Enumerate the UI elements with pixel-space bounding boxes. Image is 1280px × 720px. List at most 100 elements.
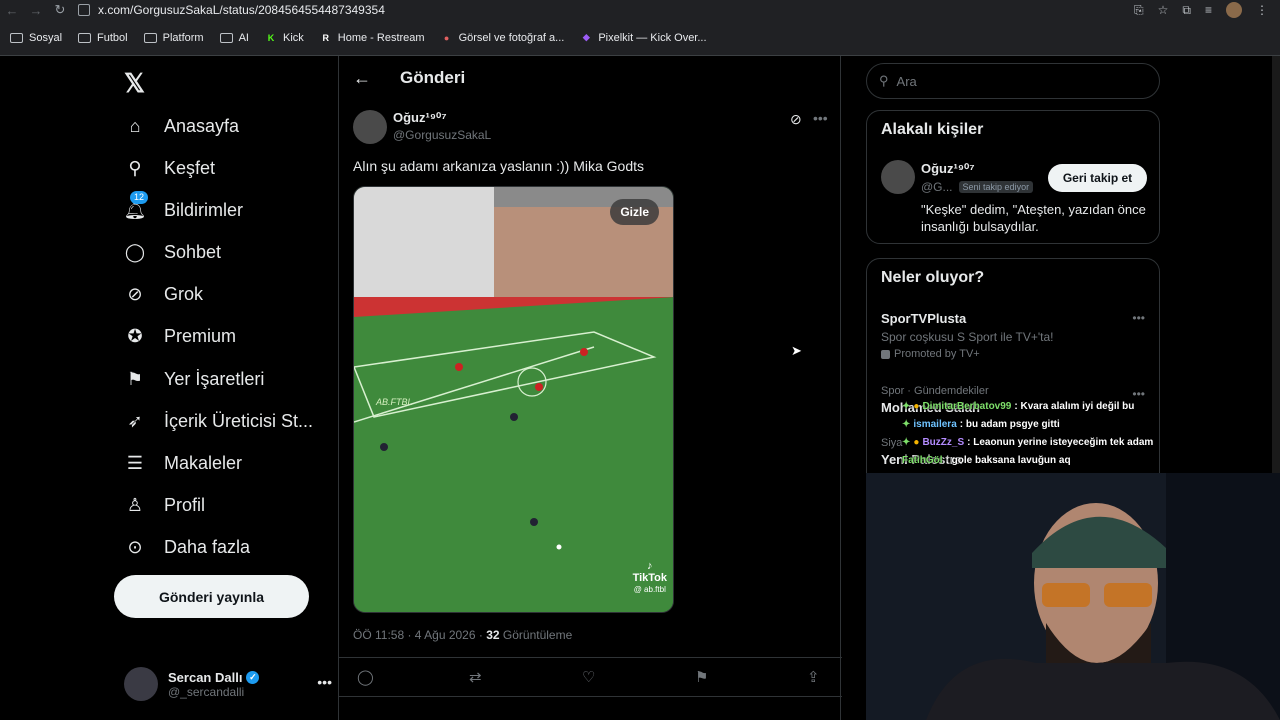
x-logo-icon[interactable]: 𝕏 — [124, 68, 145, 99]
nav-item-label: Anasayfa — [164, 115, 240, 136]
media-icon[interactable]: ≡ — [1205, 3, 1212, 17]
share-icon[interactable]: ⇪ — [807, 668, 820, 686]
chat-text: : gole baksana lavuğun aq — [945, 454, 1071, 466]
bookmark-label: Sosyal — [29, 31, 63, 44]
chat-text: : Kvara alalım iyi değil bu — [1014, 400, 1135, 412]
address-bar[interactable]: x.com/GorgusuzSakaL/status/2084564554487… — [78, 3, 385, 17]
bookmark-item[interactable]: Futbol — [78, 32, 128, 44]
nav-item-4[interactable]: ⊘ Grok — [124, 276, 203, 312]
scrollbar[interactable] — [1272, 56, 1280, 473]
related-title: Alakalı kişiler — [881, 121, 984, 138]
nav-item-1[interactable]: ⚲ Keşfet — [124, 150, 215, 186]
reply-icon[interactable]: ◯ — [357, 668, 374, 686]
extensions-icon[interactable]: ⧉ — [1182, 3, 1191, 18]
bookmark-favicon-icon: ● — [443, 32, 450, 43]
post-timestamp[interactable]: ÖÖ 11:58 · 4 Ağu 2026 · — [353, 628, 486, 642]
search-box[interactable]: ⚲ Ara — [866, 63, 1160, 99]
nav-item-9[interactable]: ♙ Profil — [124, 487, 205, 523]
nav-item-6[interactable]: ⚑ Yer İşaretleri — [124, 361, 264, 397]
nav-item-0[interactable]: ⌂ Anasayfa — [124, 108, 240, 144]
nav-item-5[interactable]: ✪ Premium — [124, 318, 236, 354]
bookmark-icon[interactable]: ⚑ — [695, 668, 708, 686]
nav-item-label: Yer İşaretleri — [164, 368, 265, 389]
related-people-card: Alakalı kişiler Oğuz¹⁹⁰⁷ @G... Seni taki… — [866, 110, 1160, 244]
forward-nav-icon[interactable]: → — [24, 0, 48, 20]
nav-item-8[interactable]: ☰ Makaleler — [124, 445, 242, 481]
nav-item-3[interactable]: ◯ Sohbet — [124, 234, 221, 270]
bell-icon: 🔔︎ 12 — [123, 191, 149, 220]
chat-username: BuzZz_S — [922, 436, 965, 448]
promoted-trend[interactable]: SporTVPlusta Spor coşkusu S Sport ile TV… — [881, 311, 1054, 360]
more-icon[interactable]: ••• — [317, 674, 332, 690]
promoted-text: Promoted by TV+ — [894, 348, 980, 360]
chat-username: FatihGöl — [902, 454, 943, 466]
nav-item-label: Premium — [164, 325, 237, 346]
bookmark-favicon-icon: ◆ — [582, 32, 590, 42]
search-icon: ⚲ — [879, 73, 889, 88]
bookmark-item[interactable]: AI — [219, 31, 249, 44]
post-meta: ÖÖ 11:58 · 4 Ağu 2026 · 32 Görüntüleme — [353, 628, 572, 642]
page-title: Gönderi — [400, 68, 466, 87]
post-author-avatar[interactable] — [353, 110, 387, 144]
nav-item-7[interactable]: ➶ İçerik Üreticisi St... — [124, 403, 313, 439]
chat-message: ✦ ● DimitarBerbatov99: Kvara alalım iyi de… — [902, 397, 1172, 415]
repost-icon[interactable]: ⇄ — [469, 668, 482, 686]
post-text: Alın şu adamı arkanıza yaslanın :)) Mika… — [353, 158, 645, 174]
nav-item-10[interactable]: ⊙ Daha fazla — [124, 529, 250, 565]
main-column: ← Gönderi Oğuz¹⁹⁰⁷ @GorgusuzSakaL ⊘ ••• … — [338, 56, 842, 720]
related-handle[interactable]: @G... — [921, 180, 953, 194]
bookmarks-bar: Sosyal Futbol Platform AI K Kick R Home - Restr… — [0, 20, 1280, 56]
follows-you-badge: Seni takip ediyor — [958, 181, 1034, 193]
url-text: x.com/GorgusuzSakaL/status/2084564554487… — [98, 3, 385, 17]
coin-badge-icon: ● — [913, 400, 920, 412]
bookmark-item[interactable]: R Home - Restream — [320, 32, 425, 44]
related-avatar[interactable] — [881, 160, 915, 194]
reload-icon[interactable]: ↻ — [48, 0, 72, 20]
like-icon[interactable]: ♡ — [582, 668, 595, 686]
chat-icon: ◯ — [124, 241, 146, 262]
post-author-handle[interactable]: @GorgusuzSakaL — [393, 128, 491, 142]
bookmark-item[interactable]: Platform — [143, 32, 204, 44]
chat-username: DimitarBerbatov99 — [922, 400, 1012, 412]
browser-profile-avatar[interactable] — [1226, 2, 1242, 18]
nav-item-2[interactable]: 🔔︎ 12 Bildirimler — [123, 191, 243, 228]
chat-message: FatihGöl: gole baksana lavuğun aq — [902, 451, 1172, 469]
bookmark-item[interactable]: Sosyal — [10, 32, 62, 44]
bookmark-label: Home - Restream — [337, 31, 425, 44]
trend-more-icon[interactable]: ••• — [1132, 311, 1145, 325]
post-video[interactable]: AB.FTBL Gizle ♪ TikTok @ ab.ftbl — [353, 186, 674, 613]
trends-title: Neler oluyor? — [881, 269, 985, 286]
grok-explain-icon[interactable]: ⊘ — [790, 111, 802, 128]
follow-back-button[interactable]: Geri takip et — [1048, 164, 1147, 192]
related-name[interactable]: Oğuz¹⁹⁰⁷ — [921, 161, 975, 177]
install-app-icon[interactable]: ⎘ — [1134, 3, 1144, 18]
bookmark-item[interactable]: K Kick — [265, 32, 304, 44]
tiktok-logo-icon: ♪ — [647, 560, 653, 572]
bookmark-item[interactable]: ◆ Pixelkit — Kick Over... — [580, 32, 707, 44]
bookmark-label: Kick — [282, 31, 304, 44]
star-icon[interactable]: ☆ — [1158, 3, 1169, 17]
sparkle-badge-icon: ✦ — [902, 436, 911, 448]
nav-item-label: Sohbet — [164, 241, 222, 262]
bookmark-label: AI — [238, 31, 249, 44]
account-handle: @_sercandalli — [168, 684, 245, 699]
views-count: 32 — [486, 628, 500, 642]
post-actions: ◯ ⇄ ♡ ⚑ ⇪ — [339, 657, 842, 697]
hide-media-button[interactable]: Gizle — [610, 199, 659, 225]
tiktok-handle: @ ab.ftbl — [633, 585, 666, 594]
menu-icon[interactable]: ⋮ — [1256, 3, 1268, 17]
post-button[interactable]: Gönderi yayınla — [114, 575, 309, 618]
chat-text: : bu adam psgye gitti — [959, 418, 1060, 430]
back-nav-icon[interactable]: ← — [0, 0, 24, 20]
site-info-icon[interactable] — [78, 4, 90, 16]
post-author-name[interactable]: Oğuz¹⁹⁰⁷ — [393, 110, 447, 126]
post-more-icon[interactable]: ••• — [813, 110, 828, 126]
video-watermark: AB.FTBL — [376, 397, 413, 407]
chat-message: ✦ ismailera: bu adam psgye gitti — [902, 415, 1172, 433]
bookmark-item[interactable]: ● Görsel ve fotoğraf a... — [441, 32, 565, 44]
search-icon: ⚲ — [128, 157, 142, 178]
account-switcher[interactable]: Sercan Dallı ✓ @_sercandalli ••• — [124, 664, 332, 704]
back-arrow-icon[interactable]: ← — [353, 68, 371, 89]
search-input[interactable]: Ara — [897, 74, 917, 89]
notification-badge: 12 — [130, 191, 149, 204]
